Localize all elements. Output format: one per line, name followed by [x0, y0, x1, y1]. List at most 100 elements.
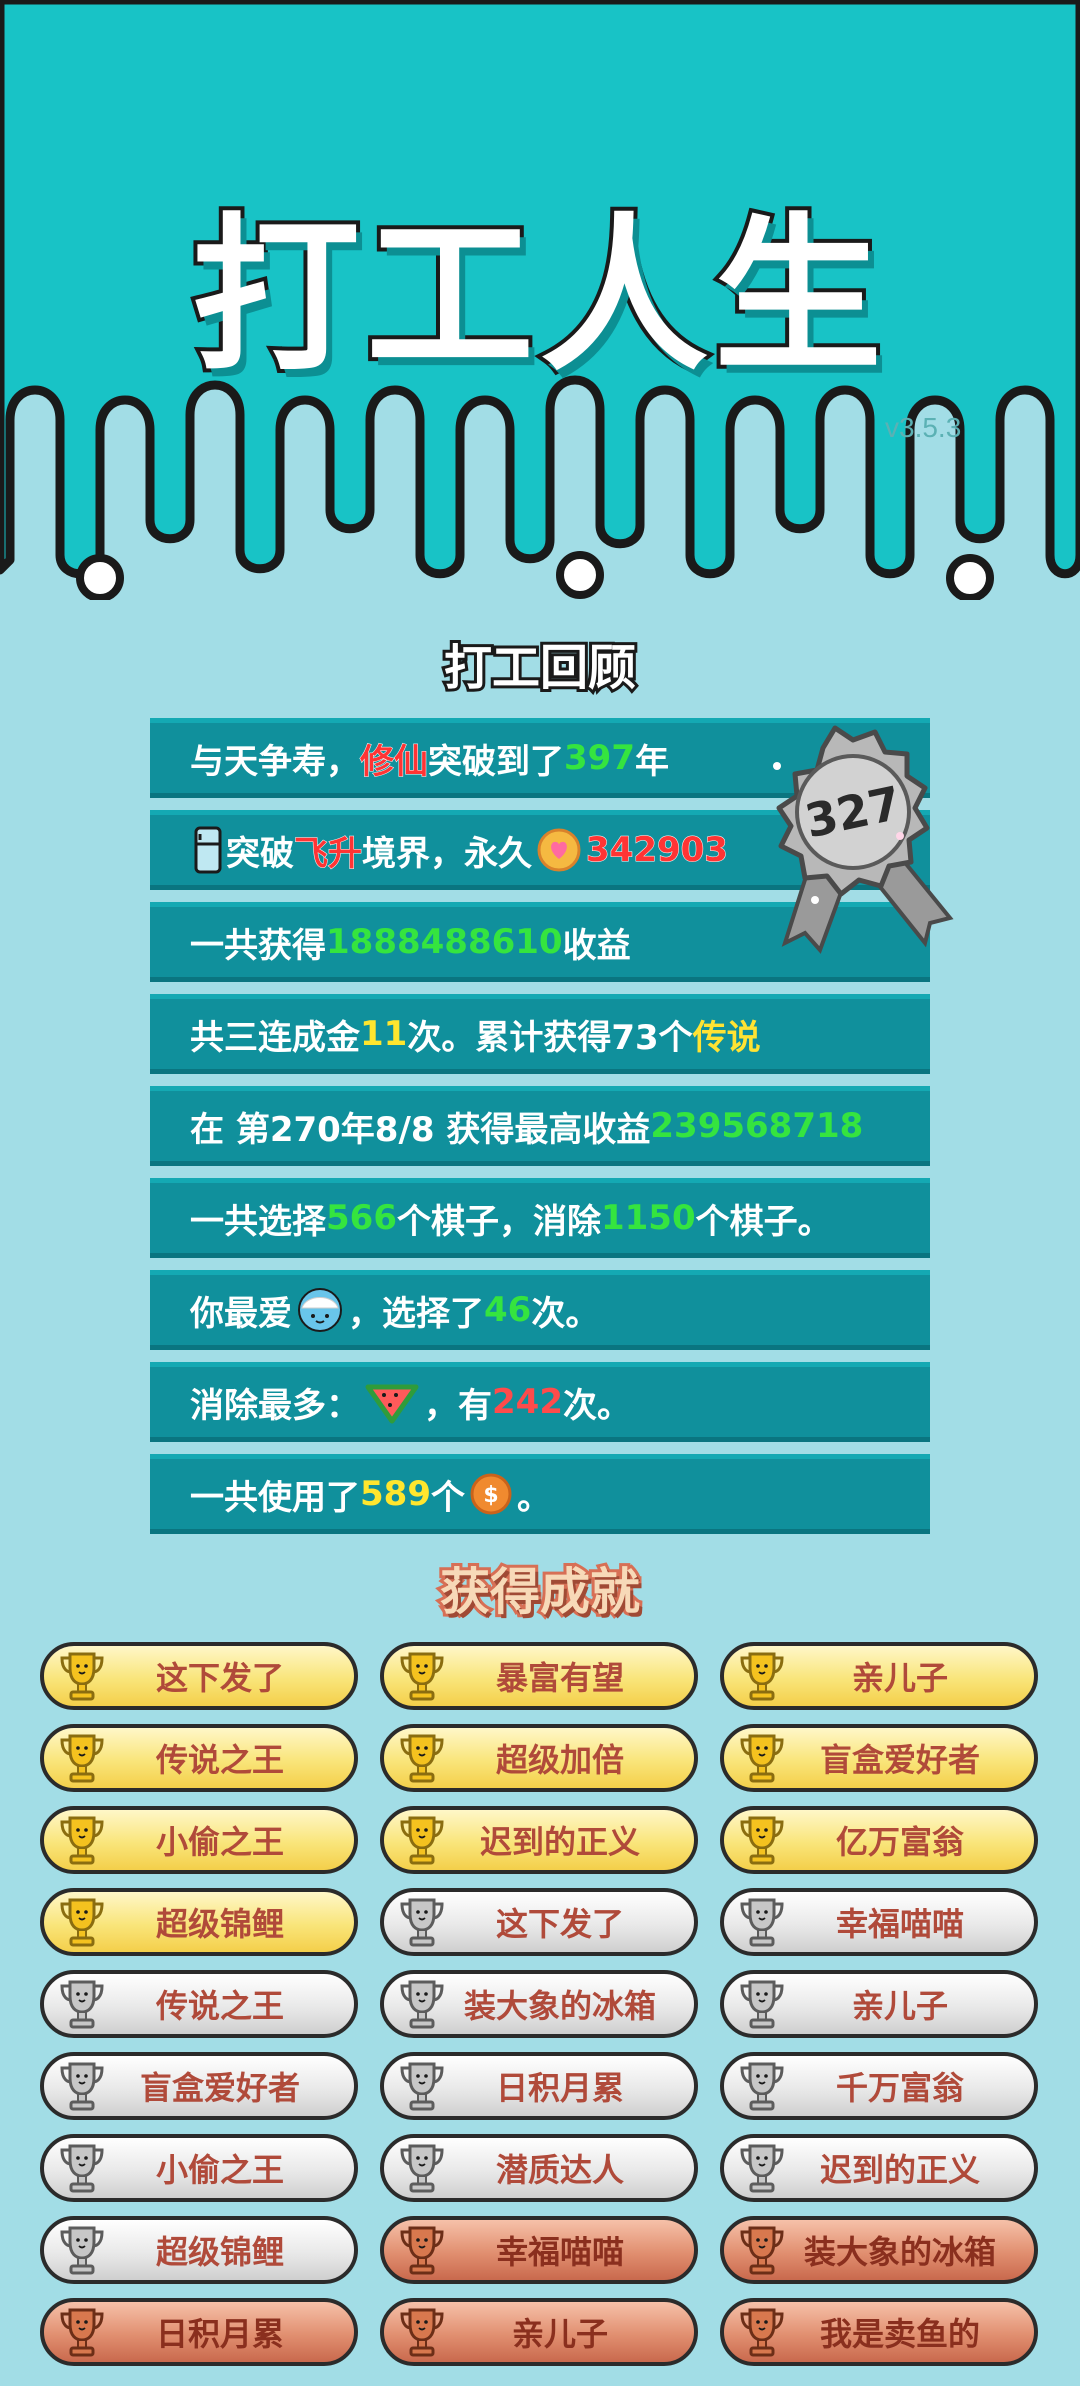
- achievement-label: 盲盒爱好者: [139, 2069, 300, 2107]
- row-number: 239568718: [650, 1106, 864, 1146]
- row-text: 个棋子，消除: [396, 1201, 601, 1242]
- row-number: 242: [492, 1382, 563, 1422]
- trophy-icon: [60, 2062, 104, 2111]
- achievement-badge[interactable]: 暴富有望: [380, 1642, 698, 1710]
- fridge-icon: [194, 826, 222, 874]
- achievements-section-title: 获得成就: [437, 1560, 643, 1624]
- achievement-label: 装大象的冰箱: [803, 2233, 996, 2271]
- review-row-most-cleared: 消除最多： ，有 242 次。: [150, 1362, 930, 1442]
- trophy-icon: [400, 1898, 444, 1947]
- row-highlight: 修仙: [360, 741, 429, 782]
- achievement-badge[interactable]: 超级锦鲤: [40, 2216, 358, 2284]
- achievement-badge[interactable]: 潜质达人: [380, 2134, 698, 2202]
- row-text: 一共获得: [190, 925, 326, 966]
- heart-coin-icon: [537, 828, 581, 872]
- achievement-badge[interactable]: 日积月累: [380, 2052, 698, 2120]
- achievement-badge[interactable]: 传说之王: [40, 1724, 358, 1792]
- achievement-badge[interactable]: 幸福喵喵: [380, 2216, 698, 2284]
- row-text: 个: [430, 1477, 465, 1518]
- trophy-icon: [740, 1734, 784, 1783]
- row-text: 次。累计获得73个: [407, 1017, 693, 1058]
- achievement-label: 这下发了: [495, 1905, 624, 1943]
- achievement-badge[interactable]: 盲盒爱好者: [40, 2052, 358, 2120]
- trophy-icon: [60, 1652, 104, 1701]
- row-text: 突破到了: [428, 741, 564, 782]
- medal-badge: 327: [773, 725, 954, 954]
- version-label: v3.5.3: [885, 412, 962, 443]
- achievement-badge[interactable]: 传说之王: [40, 1970, 358, 2038]
- trophy-icon: [740, 2062, 784, 2111]
- achievement-badge[interactable]: 超级锦鲤: [40, 1888, 358, 1956]
- achievement-badge[interactable]: 亲儿子: [720, 1970, 1038, 2038]
- achievement-label: 潜质达人: [495, 2151, 624, 2189]
- achievement-badge[interactable]: 日积月累: [40, 2298, 358, 2366]
- row-highlight: 飞升: [294, 833, 363, 874]
- trophy-icon: [740, 1980, 784, 2029]
- achievement-badge[interactable]: 亲儿子: [380, 2298, 698, 2366]
- trophy-icon: [60, 1980, 104, 2029]
- trophy-icon: [400, 2062, 444, 2111]
- trophy-icon: [400, 1734, 444, 1783]
- row-number: 397: [564, 738, 635, 778]
- achievement-badge[interactable]: 装大象的冰箱: [720, 2216, 1038, 2284]
- row-text: 与天争寿，: [190, 741, 360, 782]
- achievement-badge[interactable]: 我是卖鱼的: [720, 2298, 1038, 2366]
- achievement-label: 亿万富翁: [835, 1823, 964, 1861]
- achievement-label: 迟到的正义: [479, 1823, 640, 1861]
- row-text: 次。: [531, 1293, 600, 1334]
- trophy-icon: [400, 2308, 444, 2357]
- row-text: 你最爱: [190, 1293, 292, 1334]
- achievement-label: 超级锦鲤: [155, 2233, 284, 2271]
- row-text: 一共使用了: [190, 1477, 360, 1518]
- achievement-label: 迟到的正义: [819, 2151, 980, 2189]
- trophy-icon: [740, 1898, 784, 1947]
- trophy-icon: [400, 1816, 444, 1865]
- achievement-badge[interactable]: 亲儿子: [720, 1642, 1038, 1710]
- row-text: ，有: [424, 1385, 492, 1426]
- row-number: 46: [484, 1290, 532, 1330]
- svg-text:$: $: [483, 1483, 498, 1508]
- achievement-label: 我是卖鱼的: [819, 2315, 980, 2353]
- trophy-icon: [400, 2144, 444, 2193]
- achievement-badge[interactable]: 这下发了: [40, 1642, 358, 1710]
- achievement-label: 盲盒爱好者: [819, 1741, 980, 1779]
- row-number: 342903: [586, 830, 729, 871]
- row-number: 1150: [600, 1198, 696, 1238]
- trophy-icon: [740, 1652, 784, 1701]
- achievement-badge[interactable]: 小偷之王: [40, 1806, 358, 1874]
- watermelon-icon: [365, 1384, 419, 1424]
- achievement-label: 小偷之王: [155, 1823, 284, 1861]
- achievement-badge[interactable]: 超级加倍: [380, 1724, 698, 1792]
- trophy-icon: [740, 2226, 784, 2275]
- achievement-label: 日积月累: [495, 2069, 624, 2107]
- achievement-label: 亲儿子: [851, 1659, 948, 1697]
- achievement-label: 传说之王: [155, 1987, 284, 2025]
- review-section-title: 打工回顾: [441, 637, 639, 699]
- achievement-badge[interactable]: 装大象的冰箱: [380, 1970, 698, 2038]
- achievement-label: 幸福喵喵: [835, 1905, 964, 1943]
- row-number: 1888488610: [326, 922, 563, 962]
- row-text: 一共选择: [190, 1201, 326, 1242]
- review-row-coins-used: 一共使用了 589 个 $ 。: [150, 1454, 930, 1534]
- achievement-badge[interactable]: 小偷之王: [40, 2134, 358, 2202]
- trophy-icon: [740, 1816, 784, 1865]
- row-text: 在 第270年8/8 获得最高收益: [190, 1109, 651, 1150]
- achievement-badge[interactable]: 盲盒爱好者: [720, 1724, 1038, 1792]
- dollar-coin-icon: $: [470, 1473, 512, 1515]
- achievement-badge[interactable]: 这下发了: [380, 1888, 698, 1956]
- achievement-label: 千万富翁: [835, 2069, 964, 2107]
- trophy-icon: [60, 1734, 104, 1783]
- row-number: 566: [326, 1198, 397, 1238]
- trophy-icon: [60, 1898, 104, 1947]
- rice-bowl-icon: [298, 1288, 342, 1332]
- row-highlight: 传说: [692, 1017, 761, 1058]
- row-text: 个棋子。: [695, 1201, 832, 1242]
- achievement-badge[interactable]: 迟到的正义: [380, 1806, 698, 1874]
- trophy-icon: [400, 1652, 444, 1701]
- achievement-badge[interactable]: 幸福喵喵: [720, 1888, 1038, 1956]
- achievement-label: 这下发了: [155, 1659, 284, 1697]
- achievement-badge[interactable]: 亿万富翁: [720, 1806, 1038, 1874]
- achievement-badge[interactable]: 千万富翁: [720, 2052, 1038, 2120]
- achievement-badge[interactable]: 迟到的正义: [720, 2134, 1038, 2202]
- row-text: 共三连成金: [190, 1017, 360, 1058]
